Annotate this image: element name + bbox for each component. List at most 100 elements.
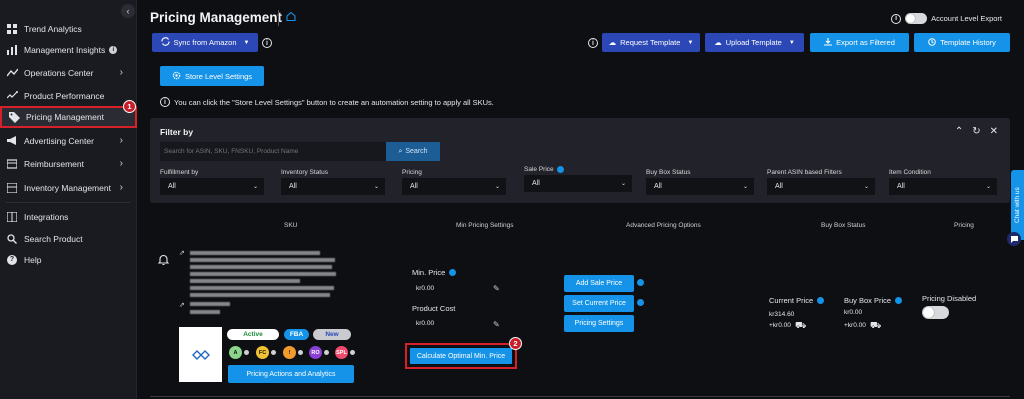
search-button[interactable]: ⌕ Search	[386, 142, 440, 161]
info-icon[interactable]: i	[588, 38, 598, 48]
product-image[interactable]	[179, 327, 222, 382]
performance-icon	[6, 90, 18, 102]
sidebar-item-search-product[interactable]: Search Product	[0, 228, 137, 249]
column-header-pricing[interactable]: Pricing	[954, 222, 974, 229]
edit-pencil-icon[interactable]: ✎	[493, 320, 500, 329]
min-price-value: kr0.00	[416, 285, 435, 292]
badge-a[interactable]: A	[229, 346, 242, 359]
sidebar-item-pricing-management[interactable]: Pricing Management	[0, 106, 137, 128]
chevron-right-icon: ›	[119, 158, 123, 169]
sidebar-item-advertising-center[interactable]: Advertising Center ›	[0, 130, 137, 151]
column-header-buy-box-status[interactable]: Buy Box Status	[821, 222, 865, 229]
pricing-select[interactable]: All ⌄	[402, 178, 506, 195]
external-link-icon[interactable]: ⇗	[179, 301, 185, 309]
info-icon[interactable]: i	[109, 45, 118, 54]
chat-icon[interactable]	[1007, 232, 1021, 246]
sidebar-item-integrations[interactable]: Integrations	[0, 206, 137, 227]
chevron-down-icon: ⌄	[863, 184, 869, 190]
chevron-down-icon: ⌄	[252, 184, 258, 190]
bell-icon[interactable]	[157, 254, 170, 268]
sidebar-item-operations-center[interactable]: Operations Center ›	[0, 62, 137, 83]
account-export-toggle[interactable]	[905, 13, 928, 24]
sidebar-item-label: Management Insights	[24, 44, 106, 55]
store-level-settings-button[interactable]: Store Level Settings	[160, 66, 264, 86]
parent-asin-select[interactable]: All ⌄	[767, 178, 875, 195]
sidebar-item-inventory-management[interactable]: Inventory Management ›	[0, 177, 137, 198]
template-history-button[interactable]: Template History	[914, 33, 1010, 52]
filter-title: Filter by	[160, 127, 194, 137]
calculate-optimal-min-price-button[interactable]: Calculate Optimal Min. Price	[410, 348, 512, 364]
edit-pencil-icon[interactable]: ✎	[493, 284, 500, 293]
bar-chart-icon	[6, 44, 18, 56]
info-icon[interactable]: i	[891, 13, 902, 24]
info-icon[interactable]	[817, 297, 825, 304]
sidebar-item-reimbursement[interactable]: Reimbursement ›	[0, 153, 137, 174]
account-export-label: Account Level Export	[931, 14, 1002, 23]
badge-fc[interactable]: FC	[256, 346, 269, 359]
info-icon[interactable]	[324, 350, 329, 355]
sidebar-item-help[interactable]: ? Help	[0, 249, 137, 270]
calc-highlight: Calculate Optimal Min. Price	[405, 343, 517, 369]
store-settings-label: Store Level Settings	[184, 71, 253, 81]
chat-with-us-tab[interactable]: Chat with us	[1011, 170, 1024, 240]
inventory-status-select[interactable]: All ⌄	[281, 178, 385, 195]
filter-label-parent-asin: Parent ASIN based Filters	[767, 169, 842, 176]
sidebar-divider	[6, 202, 130, 203]
sidebar-item-label: Advertising Center	[24, 135, 94, 146]
upload-template-label: Upload Template	[725, 38, 782, 47]
fulfillment-select[interactable]: All ⌄	[160, 178, 264, 195]
info-icon[interactable]	[350, 350, 355, 355]
request-template-button[interactable]: ☁ Request Template ▼	[602, 33, 700, 52]
info-icon[interactable]	[637, 299, 644, 306]
info-icon[interactable]	[895, 297, 903, 304]
pricing-settings-button[interactable]: Pricing Settings	[564, 315, 634, 332]
chevron-down-icon: ⌄	[494, 184, 500, 190]
filter-label-fulfillment: Fulfillment by	[160, 169, 199, 176]
buy-box-status-select[interactable]: All ⌄	[646, 178, 754, 195]
info-icon[interactable]	[244, 350, 249, 355]
sku-redacted	[190, 310, 220, 314]
badge-warning[interactable]: !	[283, 346, 296, 359]
search-input[interactable]	[160, 142, 386, 161]
pricing-toggle[interactable]	[922, 306, 949, 319]
product-cost-label: Product Cost	[412, 304, 456, 313]
account-export-row: i Account Level Export	[891, 13, 1002, 24]
chevron-up-icon[interactable]: ⌃	[955, 126, 963, 137]
upload-template-button[interactable]: ☁ Upload Template ▼	[705, 33, 804, 52]
column-header-min-pricing[interactable]: Min Pricing Settings	[456, 222, 513, 229]
sidebar-item-product-performance[interactable]: Product Performance	[0, 85, 137, 106]
info-icon[interactable]	[298, 350, 303, 355]
sidebar-item-management-insights[interactable]: Management Insights i	[0, 39, 137, 60]
cloud-upload-icon: ☁	[714, 38, 722, 47]
home-icon[interactable]	[286, 11, 296, 23]
pricing-actions-button[interactable]: Pricing Actions and Analytics	[228, 365, 354, 383]
badge-spl[interactable]: SPL	[335, 346, 348, 359]
info-icon[interactable]	[449, 269, 457, 276]
badge-ro[interactable]: RO	[309, 346, 322, 359]
export-filtered-button[interactable]: Export as Filtered	[810, 33, 909, 52]
add-sale-price-button[interactable]: Add Sale Price	[564, 275, 634, 292]
sale-price-select[interactable]: All ⌄	[524, 175, 632, 192]
info-icon[interactable]	[271, 350, 276, 355]
close-icon[interactable]: ✕	[990, 126, 998, 137]
sidebar-item-label: Product Performance	[24, 90, 105, 101]
item-condition-select[interactable]: All ⌄	[889, 178, 997, 195]
filter-label-inventory-status: Inventory Status	[281, 169, 328, 176]
set-current-price-button[interactable]: Set Current Price	[564, 295, 634, 312]
step-badge: 1	[123, 100, 136, 113]
external-link-icon[interactable]: ⇗	[179, 249, 185, 257]
info-icon[interactable]	[556, 166, 564, 173]
asin-redacted	[190, 302, 230, 306]
filter-panel: Filter by ⌃ ↻ ✕ ⌕ Search Fulfillment by …	[150, 118, 1010, 203]
search-icon: ⌕	[398, 147, 403, 155]
buy-box-price-value: kr0.00	[844, 309, 863, 316]
info-icon[interactable]	[637, 279, 644, 286]
sync-from-amazon-button[interactable]: Sync from Amazon ▼	[152, 33, 258, 52]
column-header-advanced-pricing[interactable]: Advanced Pricing Options	[626, 222, 701, 229]
column-header-sku[interactable]: SKU	[284, 222, 297, 229]
sidebar-item-trend-analytics[interactable]: Trend Analytics	[0, 18, 137, 39]
refresh-icon[interactable]: ↻	[972, 126, 980, 137]
collapse-sidebar-button[interactable]: ‹	[121, 4, 135, 18]
info-icon[interactable]: i	[262, 38, 272, 48]
product-title-redacted	[190, 279, 300, 283]
